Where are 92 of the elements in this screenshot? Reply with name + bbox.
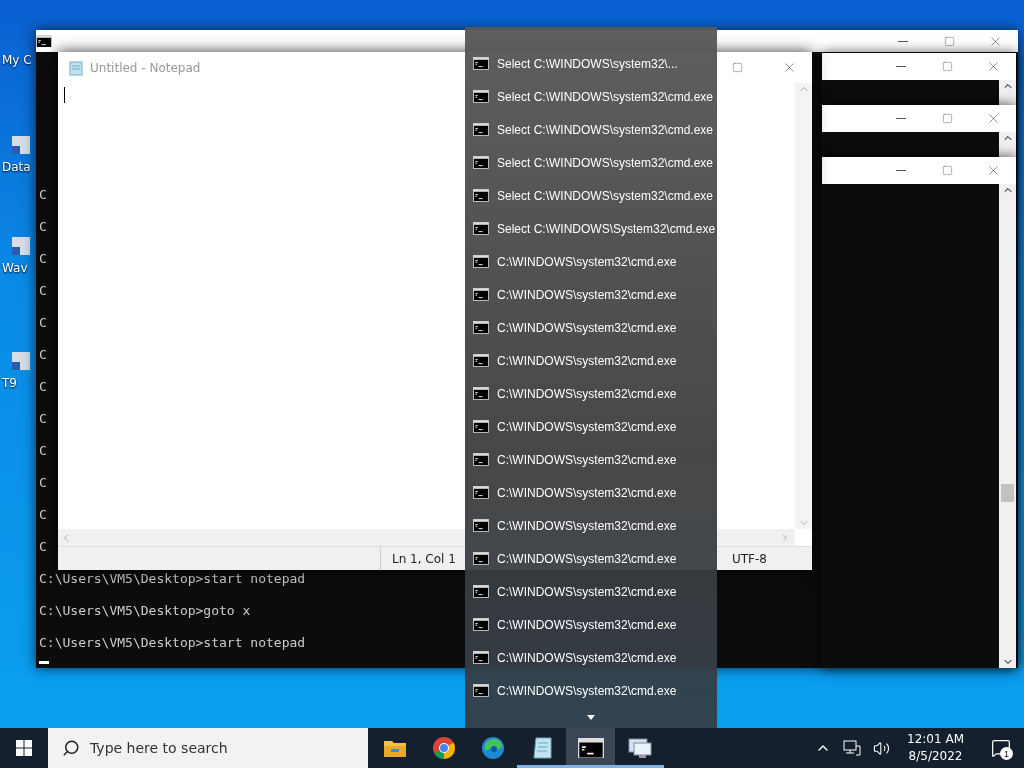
window-list-item[interactable]: Select C:\WINDOWS\system32\... (465, 47, 717, 80)
window-list-item[interactable]: C:\WINDOWS\system32\cmd.exe (465, 311, 717, 344)
console-line: C (39, 507, 47, 523)
console-icon (473, 354, 489, 367)
console-line: C (39, 379, 47, 395)
window-list-item[interactable]: C:\WINDOWS\system32\cmd.exe (465, 608, 717, 641)
browser-swirl-icon (480, 736, 505, 760)
cursor-block (39, 661, 49, 664)
console-line: C:\Users\VM5\Desktop>start notepad (39, 635, 306, 651)
window-list-item[interactable]: C:\WINDOWS\system32\cmd.exe (465, 377, 717, 410)
console-icon (473, 57, 489, 70)
monitor-icon (626, 737, 653, 759)
minimize-icon (896, 66, 906, 67)
window-list-item[interactable]: C:\WINDOWS\system32\cmd.exe (465, 509, 717, 542)
network-icon[interactable] (843, 740, 862, 756)
console-icon (473, 552, 489, 565)
console-icon (473, 420, 489, 433)
minimize-icon (896, 170, 906, 171)
window-list-item[interactable]: C:\WINDOWS\system32\cmd.exe (465, 344, 717, 377)
status-text: UTF-8 (732, 550, 768, 568)
volume-icon[interactable] (873, 739, 891, 757)
console-icon (473, 387, 489, 400)
desktop-icon-label: Wav (2, 261, 28, 275)
window-list-item[interactable]: C:\WINDOWS\system32\cmd.exe (465, 245, 717, 278)
console-icon (473, 321, 489, 334)
window-list-item[interactable]: Select C:\WINDOWS\System32\cmd.exe (465, 212, 717, 245)
console-line: C (39, 251, 47, 267)
desktop-icon-label: My C (2, 53, 32, 67)
caret-icon[interactable] (587, 715, 595, 720)
console-line: C (39, 475, 47, 491)
console-icon (473, 585, 489, 598)
console-line: C (39, 539, 47, 555)
window-list-item[interactable]: C:\WINDOWS\system32\cmd.exe (465, 443, 717, 476)
console-line: C:\Users\VM5\Desktop>goto x (39, 603, 251, 619)
minimize-icon (898, 40, 908, 42)
window-list-item[interactable]: Select C:\WINDOWS\system32\cmd.exe (465, 113, 717, 146)
scrollbar-thumb[interactable] (1001, 484, 1014, 502)
notification-icon (991, 738, 1011, 758)
shortcut-icon[interactable] (10, 235, 32, 257)
console-icon (473, 156, 489, 169)
clock[interactable]: 12:01 AM 8/5/2022 (899, 731, 972, 765)
console-icon (473, 453, 489, 466)
maximize-icon (941, 113, 953, 124)
search-field[interactable]: Type here to search (48, 728, 368, 768)
window-list-item[interactable]: Select C:\WINDOWS\system32\cmd.exe (465, 179, 717, 212)
console-icon (577, 737, 604, 759)
window-list-item[interactable]: C:\WINDOWS\system32\cmd.exe (465, 575, 717, 608)
console-line: C (39, 347, 47, 363)
window-list-item[interactable]: C:\WINDOWS\system32\cmd.exe (465, 674, 717, 707)
search-icon (62, 739, 80, 757)
console-icon (473, 90, 489, 103)
window-list-item[interactable]: C:\WINDOWS\system32\cmd.exe (465, 476, 717, 509)
console-icon (473, 684, 489, 697)
console-icon (473, 651, 489, 664)
console-icon (36, 34, 52, 48)
console-icon (473, 222, 489, 235)
browser-icon (431, 736, 456, 760)
console-line: C:\Users\VM5\Desktop>start notepad (39, 571, 306, 587)
window-list-item[interactable]: C:\WINDOWS\system32\cmd.exe (465, 410, 717, 443)
console-icon (473, 255, 489, 268)
console-line: C (39, 187, 47, 203)
notification-button[interactable]: 1 (978, 728, 1024, 768)
notepad-icon (530, 736, 553, 760)
maximize-icon (731, 62, 743, 73)
shortcut-icon[interactable] (10, 134, 32, 156)
taskbar-app-button[interactable] (566, 728, 615, 768)
desktop-icon-label: T9 (2, 376, 17, 390)
console-icon (473, 123, 489, 136)
maximize-icon (943, 35, 955, 47)
folder-icon (382, 738, 407, 758)
console-line: C (39, 411, 47, 427)
shortcut-icon[interactable] (10, 350, 32, 372)
desktop-icon-label: Data (2, 160, 31, 174)
window-list-item[interactable]: C:\WINDOWS\system32\cmd.exe (465, 278, 717, 311)
console-icon (473, 288, 489, 301)
console-line: C (39, 443, 47, 459)
console-line: C (39, 283, 47, 299)
maximize-icon (941, 165, 953, 176)
console-line: C (39, 315, 47, 331)
console-icon (473, 618, 489, 631)
console-icon (473, 486, 489, 499)
window-list-item[interactable]: C:\WINDOWS\system32\cmd.exe (465, 641, 717, 674)
console-line: C (39, 219, 47, 235)
windows-logo-icon (16, 740, 32, 756)
window-list-item[interactable]: Select C:\WINDOWS\system32\cmd.exe (465, 80, 717, 113)
notepad-icon (68, 59, 84, 76)
maximize-icon (941, 61, 953, 72)
minimize-icon (896, 118, 906, 119)
window-title: Untitled - Notepad (90, 60, 201, 75)
window-list-item[interactable]: Select C:\WINDOWS\system32\cmd.exe (465, 146, 717, 179)
console-icon (473, 189, 489, 202)
console-icon (473, 519, 489, 532)
